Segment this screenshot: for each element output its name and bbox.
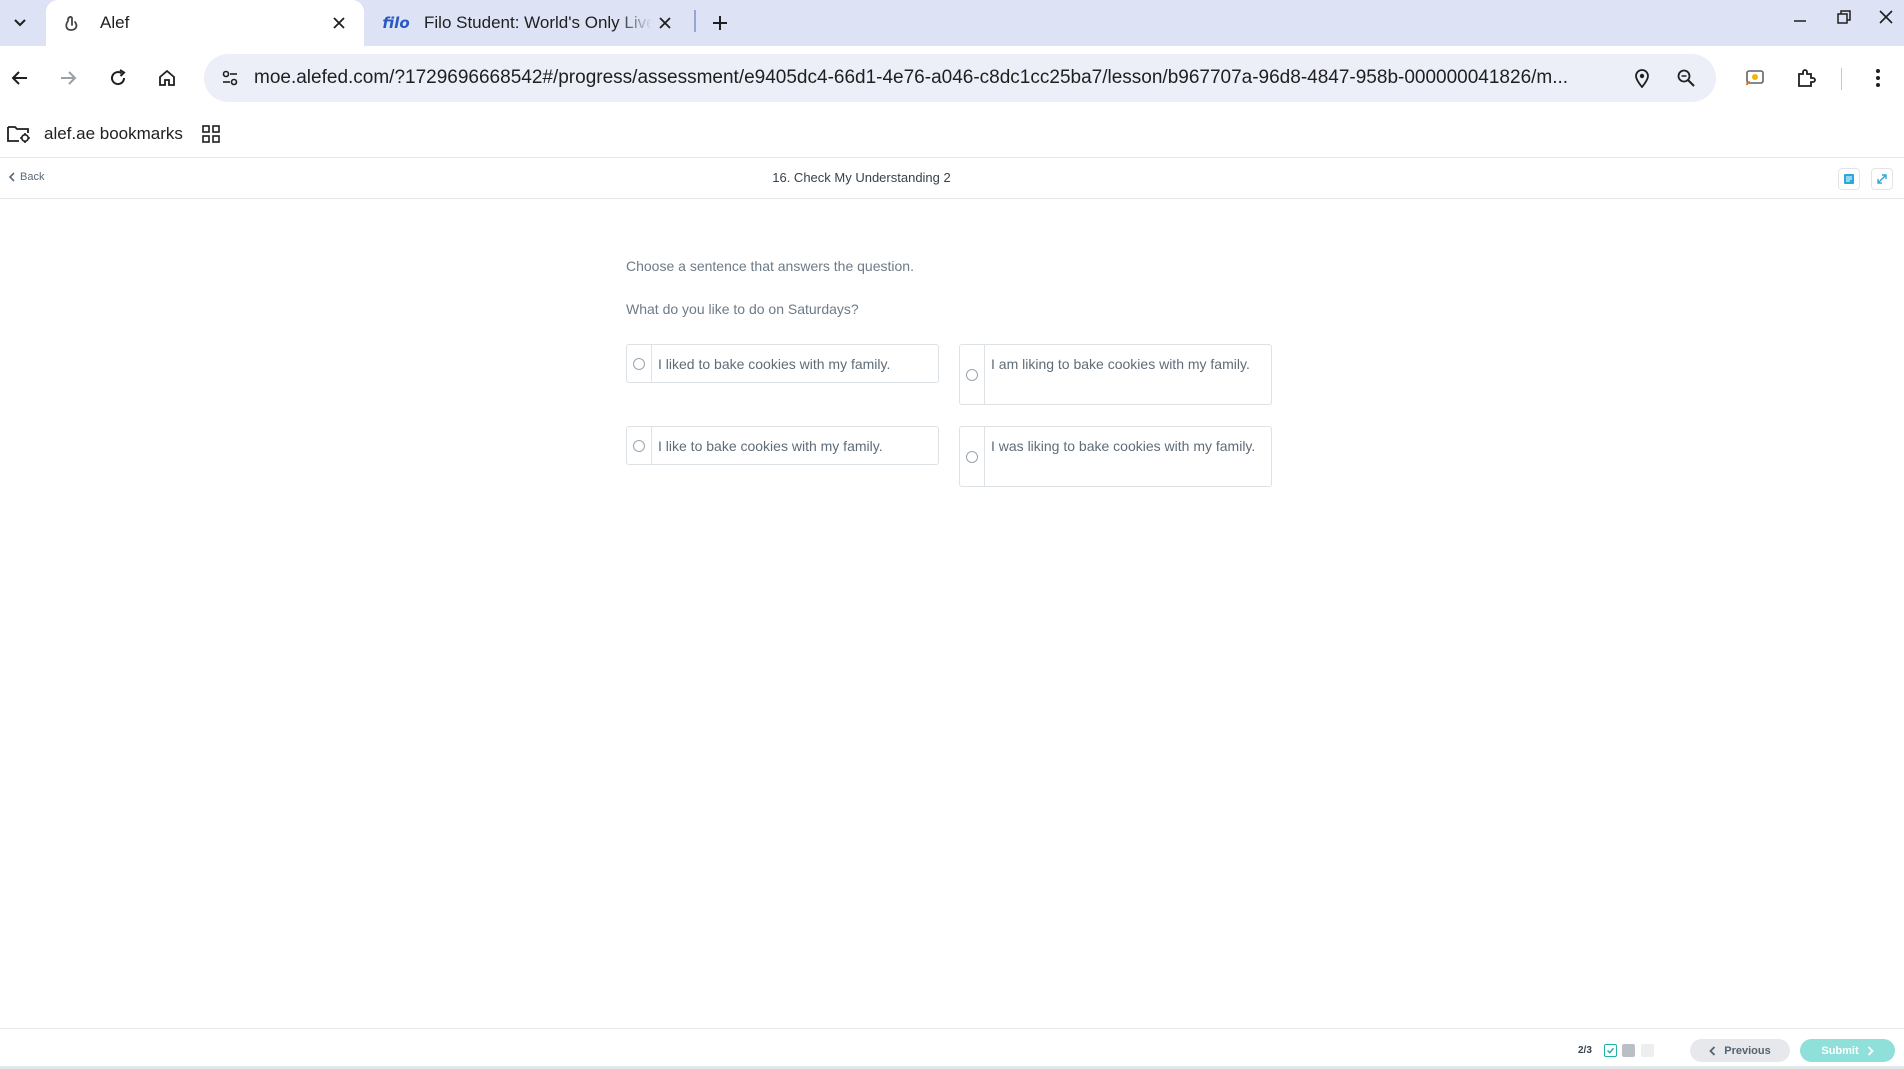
tab-separator [694, 10, 696, 32]
close-tab-icon[interactable] [652, 10, 678, 36]
lesson-header: Back 16. Check My Understanding 2 [0, 159, 1904, 199]
forward-arrow-icon[interactable] [48, 58, 88, 98]
progress-dot-pending[interactable] [1641, 1044, 1654, 1057]
browser-toolbar: moe.alefed.com/?1729696668542#/progress/… [0, 46, 1904, 110]
home-icon[interactable] [147, 58, 187, 98]
answer-option-text: I was liking to bake cookies with my fam… [991, 438, 1256, 454]
minimize-icon[interactable] [1778, 0, 1822, 34]
alef-logo-icon [60, 11, 84, 35]
tab-filo[interactable]: filo Filo Student: World's Only Live I [370, 0, 690, 46]
answer-option[interactable]: I am liking to bake cookies with my fami… [959, 344, 1272, 405]
filo-logo-icon: filo [382, 14, 410, 32]
apps-grid-icon[interactable] [195, 118, 227, 150]
location-pin-icon[interactable] [1626, 62, 1658, 94]
restore-icon[interactable] [1822, 0, 1866, 34]
question-panel: Choose a sentence that answers the quest… [626, 258, 1276, 487]
chevron-left-icon [1709, 1045, 1716, 1056]
tab-search-chevron-icon[interactable] [4, 6, 36, 38]
previous-button[interactable]: Previous [1690, 1039, 1790, 1062]
new-tab-plus-icon[interactable] [704, 7, 736, 39]
check-icon [1606, 1047, 1615, 1054]
answer-option[interactable]: I like to bake cookies with my family. [626, 426, 939, 465]
page-counter: 2/3 [1578, 1045, 1592, 1056]
notes-icon[interactable] [1838, 168, 1860, 190]
reload-icon[interactable] [98, 58, 138, 98]
question-instruction: Choose a sentence that answers the quest… [626, 258, 914, 274]
tab-alef[interactable]: Alef [46, 0, 364, 46]
bookmark-folder-label: alef.ae bookmarks [44, 124, 183, 143]
fullscreen-expand-icon[interactable] [1871, 168, 1893, 190]
previous-label: Previous [1724, 1044, 1771, 1057]
submit-label: Submit [1821, 1044, 1859, 1057]
chevron-right-icon [1867, 1045, 1874, 1056]
radio-button[interactable] [633, 357, 645, 370]
site-settings-icon[interactable] [212, 60, 248, 96]
question-prompt: What do you like to do on Saturdays? [626, 301, 859, 317]
radio-button[interactable] [966, 450, 978, 463]
tab-title: Filo Student: World's Only Live I [424, 13, 652, 32]
tab-title: Alef [100, 13, 130, 32]
back-arrow-icon[interactable] [0, 58, 40, 98]
progress-dot-current[interactable] [1622, 1044, 1635, 1057]
bookmark-folder-alef[interactable]: alef.ae bookmarks [6, 118, 183, 150]
assessment-footer [0, 1028, 1904, 1069]
answer-option[interactable]: I liked to bake cookies with my family. [626, 344, 939, 383]
toolbar-divider [1841, 68, 1842, 90]
close-window-icon[interactable] [1864, 0, 1904, 34]
submit-button[interactable]: Submit [1800, 1039, 1895, 1062]
url-text[interactable]: moe.alefed.com/?1729696668542#/progress/… [254, 54, 1614, 102]
extensions-puzzle-icon[interactable] [1786, 58, 1826, 98]
cast-icon[interactable] [1735, 58, 1775, 98]
answer-option-text: I liked to bake cookies with my family. [658, 356, 891, 372]
tab-strip: Alef filo Filo Student: World's Only Liv… [0, 0, 1904, 46]
bookmarks-bar: alef.ae bookmarks [0, 110, 1904, 158]
answer-option-text: I like to bake cookies with my family. [658, 438, 883, 454]
managed-folder-icon [6, 123, 32, 145]
answer-option[interactable]: I was liking to bake cookies with my fam… [959, 426, 1272, 487]
radio-button[interactable] [633, 439, 645, 452]
progress-dot-completed[interactable] [1604, 1044, 1617, 1057]
more-menu-icon[interactable] [1858, 58, 1898, 98]
radio-button[interactable] [966, 368, 978, 381]
close-tab-icon[interactable] [326, 10, 352, 36]
zoom-icon[interactable] [1670, 62, 1702, 94]
answer-option-text: I am liking to bake cookies with my fami… [991, 356, 1250, 372]
page-title: 16. Check My Understanding 2 [772, 170, 951, 185]
address-bar[interactable]: moe.alefed.com/?1729696668542#/progress/… [204, 54, 1716, 102]
